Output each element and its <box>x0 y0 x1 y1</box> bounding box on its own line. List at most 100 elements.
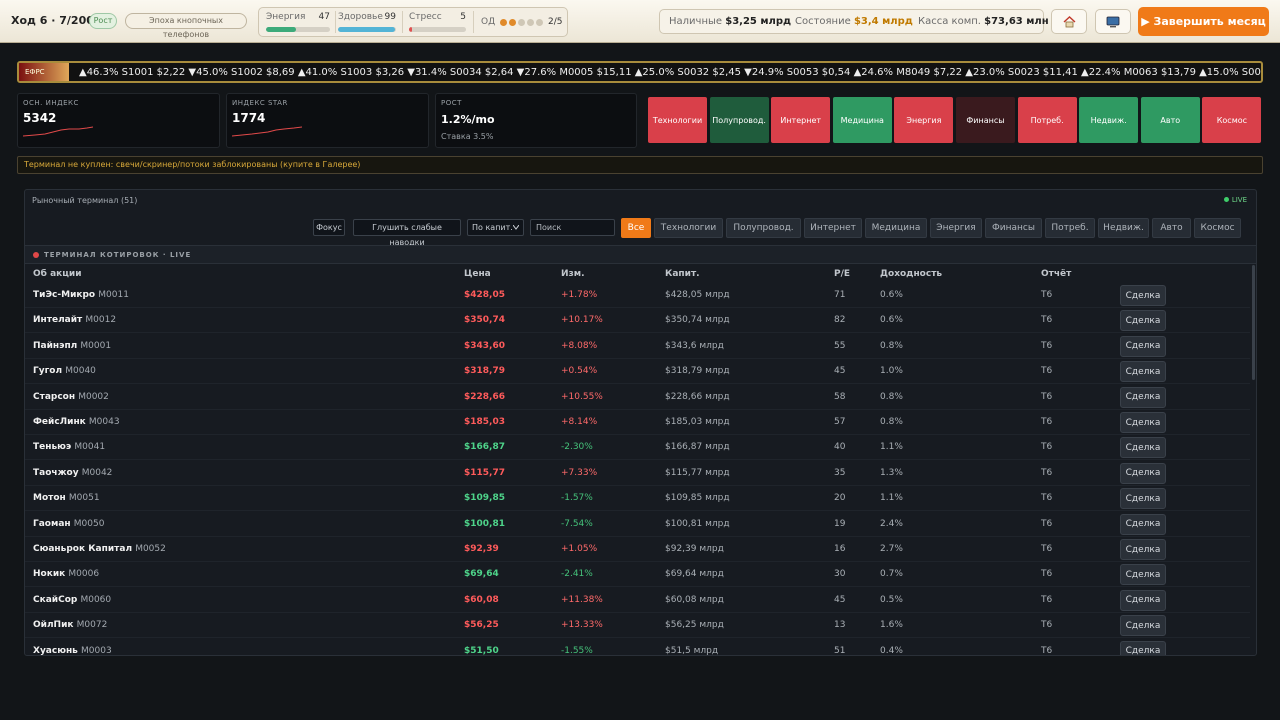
sector-tile[interactable]: Полупровод. <box>709 97 769 143</box>
filter-tab[interactable]: Космос <box>1194 218 1241 238</box>
mute-weak-hints-button[interactable]: Глушить слабые наводки <box>353 219 461 247</box>
stock-name: ФейсЛинк <box>33 417 86 427</box>
sector-tile[interactable]: Медицина <box>832 97 892 143</box>
filter-tab[interactable]: Недвиж. <box>1098 218 1149 238</box>
stock-ticker: M0052 <box>135 544 166 554</box>
search-input[interactable] <box>530 219 615 236</box>
change-cell: +11.38% <box>561 594 603 605</box>
deal-button[interactable]: Сделка <box>1120 285 1166 306</box>
table-row[interactable]: Хуасюнь M0003 $51,50 -1.55% $51,5 млрд 51 0.4… <box>25 639 1250 655</box>
table-row[interactable]: Интелайт M0012 $350,74 +10.17% $350,74 млрд… <box>25 308 1250 334</box>
table-row[interactable]: Теньюэ M0041 $166,87 -2.30% $166,87 млрд 40 1… <box>25 435 1250 461</box>
energy-bar-fill <box>266 27 297 32</box>
table-row[interactable]: СкайСор M0060 $60,08 +11.38% $60,08 млрд 45 0… <box>25 588 1250 613</box>
home-button[interactable] <box>1051 9 1087 34</box>
report-cell: T6 <box>1041 290 1053 300</box>
deal-button[interactable]: Сделка <box>1120 564 1166 586</box>
yield-cell: 1.1% <box>880 493 903 504</box>
stock-name: ТиЭс-Микро <box>33 290 96 300</box>
yield-cell: 0.8% <box>880 417 903 427</box>
table-row[interactable]: Пайнэпл M0001 $343,60 +8.08% $343,6 млрд 55 0… <box>25 334 1250 359</box>
table-row[interactable]: ТиЭс-Микро M0011 $428,05 +1.78% $428,05 млр… <box>25 283 1250 308</box>
divider <box>335 11 336 33</box>
deal-button[interactable]: Сделка <box>1120 513 1166 535</box>
filter-tab[interactable]: Интернет <box>804 218 862 238</box>
filter-tab[interactable]: Энергия <box>930 218 982 238</box>
cap-cell: $318,79 млрд <box>665 366 730 377</box>
stock-ticker: M0001 <box>80 340 112 351</box>
cap-cell: $92,39 млрд <box>665 544 724 554</box>
stock-name: Сюаньрок Капитал <box>33 544 133 554</box>
star-index-label: ИНДЕКС STAR <box>232 99 288 107</box>
deal-button[interactable]: Сделка <box>1120 640 1166 655</box>
deal-button[interactable]: Сделка <box>1120 615 1166 637</box>
filter-tab[interactable]: Медицина <box>865 218 927 238</box>
col-header-stock[interactable]: Об акции <box>33 269 82 279</box>
sector-tile[interactable]: Технологии <box>648 97 707 143</box>
filter-tab[interactable]: Все <box>621 218 651 238</box>
filter-tab[interactable]: Полупровод. <box>726 218 801 238</box>
sector-tile[interactable]: Космос <box>1202 97 1262 143</box>
table-row[interactable]: Гаоман M0050 $100,81 -7.54% $100,81 млрд 19 2… <box>25 512 1250 537</box>
table-row[interactable]: Сюаньрок Капитал M0052 $92,39 +1.05% $92,39… <box>25 537 1250 562</box>
star-index-value: 1774 <box>232 111 266 125</box>
col-header-cap[interactable]: Капит. <box>665 269 700 279</box>
health-bar <box>338 27 396 32</box>
col-header-change[interactable]: Изм. <box>561 269 585 279</box>
col-header-yield[interactable]: Доходность <box>880 269 942 279</box>
deal-button[interactable]: Сделка <box>1120 310 1166 332</box>
sector-tile[interactable]: Интернет <box>771 97 831 143</box>
filter-tab[interactable]: Финансы <box>985 218 1042 238</box>
deal-button[interactable]: Сделка <box>1120 386 1166 408</box>
table-scrollbar[interactable] <box>1252 265 1255 380</box>
table-row[interactable]: ОйлПик M0072 $56,25 +13.33% $56,25 млрд 13 1.… <box>25 613 1250 639</box>
report-cell: T6 <box>1041 594 1053 605</box>
sector-tile[interactable]: Недвиж. <box>1079 97 1139 143</box>
cap-cell: $56,25 млрд <box>665 620 724 631</box>
table-row[interactable]: ФейсЛинк M0043 $185,03 +8.14% $185,03 млрд 5… <box>25 410 1250 435</box>
stock-name: ОйлПик <box>33 620 74 631</box>
sector-tile[interactable]: Финансы <box>956 97 1015 143</box>
divider <box>402 11 403 33</box>
sector-tile[interactable]: Потреб. <box>1017 97 1077 143</box>
filter-tab[interactable]: Потреб. <box>1045 218 1095 238</box>
col-header-pe[interactable]: P/E <box>834 269 850 279</box>
price-ticker: ЕФРС ▲46.3% S1001 $2,22 ▼45.0% S1002 $8,… <box>17 61 1263 83</box>
price-cell: $56,25 <box>464 620 499 631</box>
sector-tile[interactable]: Авто <box>1140 97 1200 143</box>
yield-cell: 0.6% <box>880 290 903 300</box>
stock-name-cell: Мотон M0051 <box>33 493 100 503</box>
computer-button[interactable] <box>1095 9 1131 34</box>
wealth-label: Состояние <box>795 16 851 27</box>
market-terminal: Рыночный терминал (51) LIVE Фокус Глушит… <box>24 189 1257 656</box>
table-row[interactable]: Нокик M0006 $69,64 -2.41% $69,64 млрд 30 0.7%… <box>25 562 1250 588</box>
health-value: 99 <box>384 12 396 22</box>
stress-label: Стресс <box>409 12 442 22</box>
col-header-price[interactable]: Цена <box>464 269 491 279</box>
deal-button[interactable]: Сделка <box>1120 488 1166 510</box>
col-header-report[interactable]: Отчёт <box>1041 269 1071 279</box>
end-month-button[interactable]: ▶ Завершить месяц <box>1138 7 1269 36</box>
deal-button[interactable]: Сделка <box>1120 335 1166 357</box>
change-cell: -7.54% <box>561 518 593 529</box>
cap-cell: $166,87 млрд <box>665 442 730 453</box>
focus-button[interactable]: Фокус <box>313 219 345 236</box>
sector-tile[interactable]: Энергия <box>894 97 954 143</box>
od-point-filled <box>509 19 516 26</box>
era-pill: Эпоха кнопочных телефонов <box>125 13 247 39</box>
deal-button[interactable]: Сделка <box>1120 437 1166 459</box>
table-row[interactable]: Старсон M0002 $228,66 +10.55% $228,66 млрд 5… <box>25 385 1250 410</box>
deal-button[interactable]: Сделка <box>1120 539 1166 560</box>
deal-button[interactable]: Сделка <box>1120 589 1166 611</box>
deal-button[interactable]: Сделка <box>1120 412 1166 433</box>
table-row[interactable]: Гугол M0040 $318,79 +0.54% $318,79 млрд 45 1.… <box>25 359 1250 385</box>
table-row[interactable]: Таочжоу M0042 $115,77 +7.33% $115,77 млрд 35… <box>25 461 1250 486</box>
deal-button[interactable]: Сделка <box>1120 462 1166 484</box>
table-row[interactable]: Мотон M0051 $109,85 -1.57% $109,85 млрд 20 1.… <box>25 486 1250 512</box>
filter-tab[interactable]: Технологии <box>654 218 723 238</box>
report-cell: T6 <box>1041 340 1053 351</box>
filter-tab[interactable]: Авто <box>1152 218 1191 238</box>
sort-select[interactable]: По капит. <box>467 219 524 236</box>
deal-button[interactable]: Сделка <box>1120 361 1166 383</box>
finance-summary: Наличные $3,25 млрд Состояние $3,4 млрд … <box>659 9 1049 34</box>
